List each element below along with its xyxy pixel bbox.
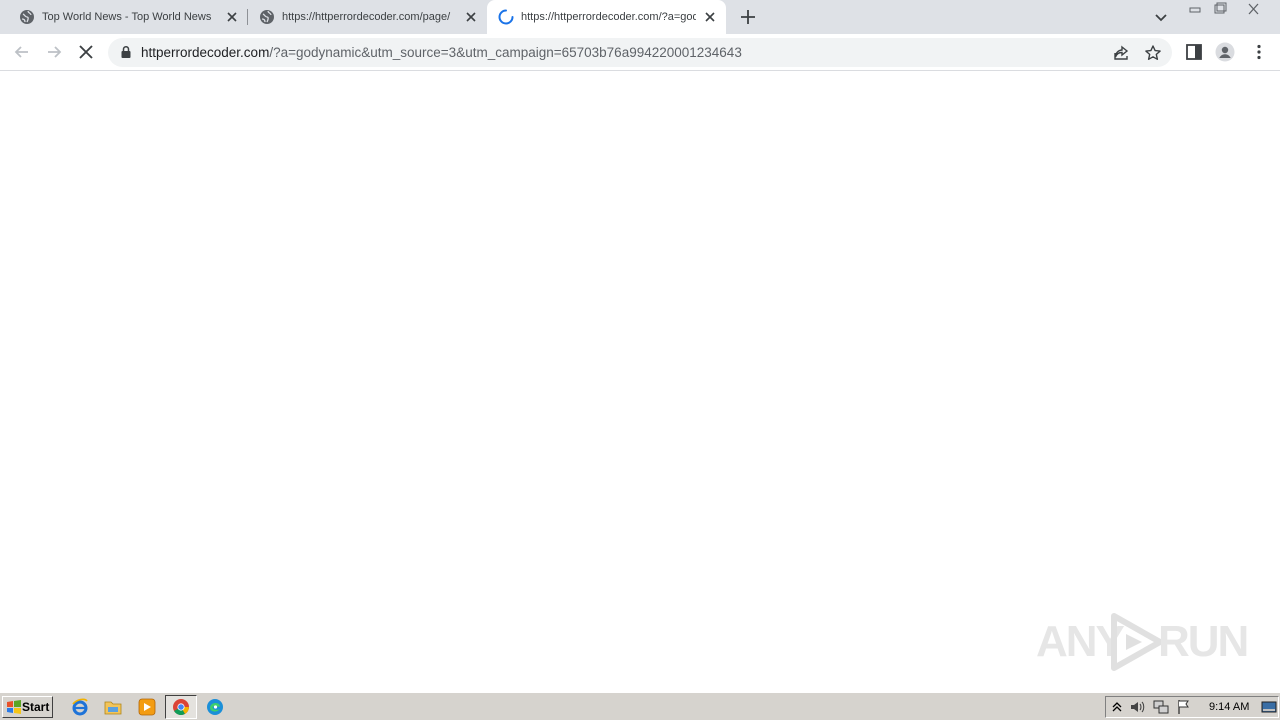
chrome-taskbar-button[interactable] bbox=[165, 695, 197, 719]
windows-taskbar: Start 9:14 AM bbox=[0, 692, 1280, 720]
tab-title: https://httperrordecoder.com/?a=godynami… bbox=[521, 11, 696, 23]
close-icon[interactable] bbox=[702, 9, 718, 25]
url-host: httperrordecoder.com bbox=[141, 45, 270, 60]
forward-arrow-icon[interactable] bbox=[44, 42, 64, 62]
windows-flag-icon bbox=[7, 700, 21, 714]
file-explorer-icon[interactable] bbox=[104, 698, 122, 716]
tab-title: Top World News - Top World News bbox=[42, 11, 212, 23]
close-icon[interactable] bbox=[463, 9, 479, 25]
show-desktop-icon[interactable] bbox=[1261, 699, 1277, 715]
tab-strip: Top World News - Top World News https://… bbox=[0, 0, 1280, 34]
chevron-down-icon[interactable] bbox=[1152, 8, 1170, 26]
address-bar[interactable]: httperrordecoder.com/?a=godynamic&utm_so… bbox=[108, 38, 1172, 67]
page-content[interactable]: ANY RUN bbox=[0, 72, 1280, 692]
tab-httperrordecoder-active[interactable]: https://httperrordecoder.com/?a=godynami… bbox=[487, 0, 726, 34]
volume-icon[interactable] bbox=[1129, 699, 1145, 715]
restore-icon[interactable] bbox=[1209, 2, 1231, 16]
lock-icon[interactable] bbox=[119, 45, 133, 59]
stop-loading-icon[interactable] bbox=[76, 42, 96, 62]
url-text[interactable]: httperrordecoder.com/?a=godynamic&utm_so… bbox=[141, 45, 742, 60]
show-hidden-icons-icon[interactable] bbox=[1109, 699, 1125, 715]
loading-spinner-icon bbox=[498, 9, 514, 25]
minimize-icon[interactable] bbox=[1184, 2, 1206, 16]
network-icon[interactable] bbox=[1153, 699, 1169, 715]
anyrun-watermark: ANY RUN bbox=[1036, 610, 1249, 672]
profile-avatar-icon[interactable] bbox=[1215, 42, 1235, 62]
taskbar-clock[interactable]: 9:14 AM bbox=[1209, 701, 1249, 713]
tab-httperrordecoder-page[interactable]: https://httperrordecoder.com/page/ bbox=[248, 0, 485, 34]
browser-toolbar: httperrordecoder.com/?a=godynamic&utm_so… bbox=[0, 34, 1280, 71]
close-icon[interactable] bbox=[224, 9, 240, 25]
new-tab-plus-icon[interactable] bbox=[738, 7, 758, 27]
close-window-icon[interactable] bbox=[1243, 2, 1265, 16]
url-path: /?a=godynamic&utm_source=3&utm_campaign=… bbox=[269, 45, 742, 60]
globe-icon bbox=[260, 10, 274, 24]
edge-icon[interactable] bbox=[206, 698, 224, 716]
start-label: Start bbox=[22, 700, 50, 714]
kebab-menu-icon[interactable] bbox=[1249, 42, 1269, 62]
internet-explorer-icon[interactable] bbox=[71, 698, 89, 716]
share-icon[interactable] bbox=[1112, 44, 1130, 62]
play-logo-icon bbox=[1111, 613, 1163, 671]
watermark-text-right: RUN bbox=[1158, 617, 1249, 666]
tab-title: https://httperrordecoder.com/page/ bbox=[282, 11, 451, 23]
bookmark-star-icon[interactable] bbox=[1144, 44, 1162, 62]
system-tray: 9:14 AM bbox=[1105, 696, 1279, 718]
media-player-icon[interactable] bbox=[138, 698, 156, 716]
side-panel-icon[interactable] bbox=[1184, 42, 1204, 62]
tab-top-world-news[interactable]: Top World News - Top World News bbox=[8, 0, 245, 34]
start-button[interactable]: Start bbox=[2, 696, 53, 718]
action-center-flag-icon[interactable] bbox=[1176, 699, 1192, 715]
back-arrow-icon[interactable] bbox=[12, 42, 32, 62]
chrome-icon bbox=[173, 699, 189, 715]
globe-icon bbox=[20, 10, 34, 24]
